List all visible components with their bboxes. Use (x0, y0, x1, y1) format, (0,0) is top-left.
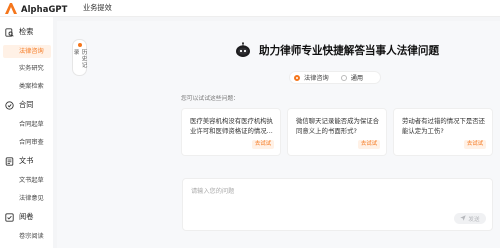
sidebar-item-case-reading[interactable]: 卷宗阅读 (3, 230, 51, 243)
app-logo[interactable]: AlphaGPT (4, 2, 68, 15)
send-button[interactable]: 发送 (454, 213, 486, 224)
sidebar-group-title: 检索 (19, 27, 34, 36)
sidebar-group-document[interactable]: 文书 (5, 155, 33, 167)
mode-option-legal-consult[interactable]: 法律咨询 (294, 73, 329, 82)
suggestion-text: 微信聊天记录能否成为保证合同意义上的书面形式? (296, 117, 380, 135)
question-input[interactable] (191, 186, 481, 206)
radio-unselected-icon (340, 74, 347, 81)
sidebar-item-practice-research[interactable]: 实务研究 (3, 62, 51, 75)
document-icon (5, 156, 14, 166)
sidebar-item-contract-review[interactable]: 合同审查 (3, 136, 51, 149)
sidebar-group-case-file[interactable]: 阅卷 (5, 211, 33, 223)
sidebar-group-search[interactable]: 检索 (5, 26, 33, 38)
top-bar: AlphaGPT 业务提效 (0, 0, 500, 17)
history-label: 历史记录 (72, 48, 87, 69)
suggestion-card[interactable]: 微信聊天记录能否成为保证合同意义上的书面形式? 去试试 (287, 108, 387, 156)
try-button[interactable]: 去试试 (252, 140, 274, 149)
sidebar-group-title: 合同 (19, 100, 34, 109)
history-dot-icon (77, 43, 82, 47)
app-name: AlphaGPT (21, 3, 68, 14)
sidebar: 检索 法律咨询 实务研究 类案检索 合同 合同起草 合同审查 文书 文书起草 法… (0, 17, 53, 248)
try-button[interactable]: 去试试 (358, 140, 380, 149)
send-icon (460, 214, 467, 223)
sidebar-item-document-draft[interactable]: 文书起草 (3, 174, 51, 187)
sidebar-item-contract-draft[interactable]: 合同起草 (3, 118, 51, 131)
history-tab[interactable]: 历史记录 (72, 39, 87, 76)
question-input-box: 发送 (182, 178, 493, 231)
radio-selected-icon (294, 74, 300, 81)
search-doc-icon (5, 27, 14, 37)
sidebar-group-title: 阅卷 (19, 212, 34, 221)
suggestions-title: 您可以试试这些问题： (181, 96, 239, 102)
send-label: 发送 (468, 216, 480, 223)
mode-option-general[interactable]: 通用 (340, 73, 364, 82)
suggestion-text: 劳动者有过错的情况下是否还能认定为工伤? (402, 117, 486, 135)
mode-switch: 法律咨询 通用 (289, 71, 381, 84)
mode-label: 通用 (350, 75, 364, 82)
sidebar-group-title: 文书 (19, 156, 34, 165)
suggestion-card[interactable]: 医疗美容机构没有医疗机构执业许可和医师资格证的情况... 去试试 (181, 108, 281, 156)
sidebar-item-legal-opinion[interactable]: 法律意见 (3, 192, 51, 205)
contract-icon (5, 100, 14, 110)
sidebar-item-case-search[interactable]: 类案检索 (3, 80, 51, 93)
top-nav-item[interactable]: 业务提效 (83, 3, 112, 13)
page-title: 助力律师专业快捷解答当事人法律问题 (259, 45, 440, 57)
sidebar-group-contract[interactable]: 合同 (5, 99, 33, 111)
mode-label: 法律咨询 (304, 75, 329, 82)
suggestion-card[interactable]: 劳动者有过错的情况下是否还能认定为工伤? 去试试 (393, 108, 493, 156)
logo-icon (4, 2, 18, 15)
suggestion-text: 医疗美容机构没有医疗机构执业许可和医师资格证的情况... (190, 117, 274, 135)
case-file-icon (5, 212, 14, 222)
try-button[interactable]: 去试试 (464, 140, 486, 149)
sidebar-item-legal-consult[interactable]: 法律咨询 (3, 45, 51, 58)
robot-icon (235, 42, 251, 58)
